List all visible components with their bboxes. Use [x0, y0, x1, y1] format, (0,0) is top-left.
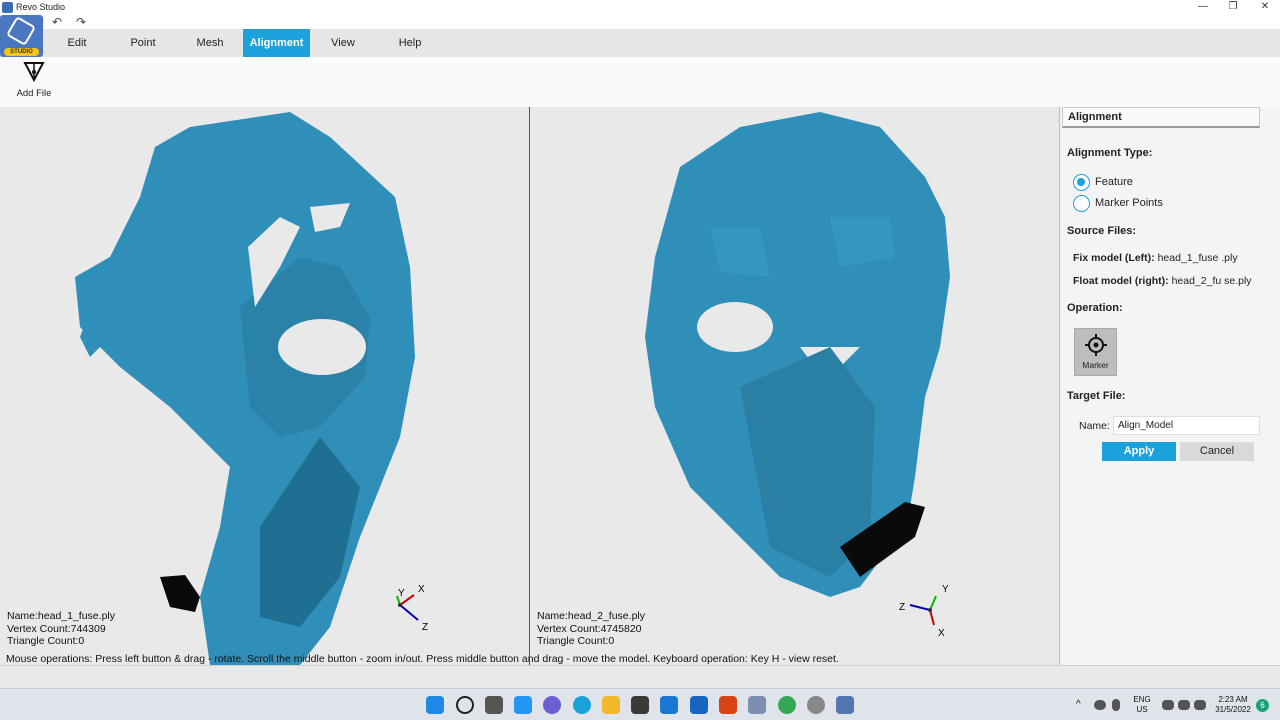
undo-icon[interactable]: ↶ — [52, 15, 62, 29]
add-file-button[interactable]: Add File — [12, 60, 56, 104]
language-bottom: US — [1136, 705, 1148, 714]
left-axis-x: X — [418, 584, 425, 595]
fix-model-row: Fix model (Left): head_1_fuse .ply — [1073, 252, 1238, 264]
menu-view[interactable]: View — [321, 29, 365, 57]
microphone-icon[interactable] — [1112, 699, 1120, 711]
radio-feature[interactable] — [1073, 174, 1090, 191]
start-icon[interactable] — [426, 696, 444, 714]
right-mesh-model — [645, 112, 950, 597]
float-model-row: Float model (right): head_2_fu se.ply — [1073, 275, 1252, 287]
edge-icon[interactable] — [573, 696, 591, 714]
source-files-label: Source Files: — [1067, 225, 1137, 237]
fix-model-label: Fix model (Left): — [1073, 252, 1155, 264]
right-axis-y: Y — [942, 584, 949, 595]
cancel-button[interactable]: Cancel — [1180, 442, 1254, 461]
mail-icon[interactable] — [660, 696, 678, 714]
target-name-input[interactable] — [1113, 416, 1260, 435]
language-indicator[interactable]: ENG US — [1130, 695, 1154, 715]
widgets-icon[interactable] — [514, 696, 532, 714]
marker-button[interactable]: Marker — [1074, 328, 1117, 376]
logo-hex-icon — [5, 15, 37, 47]
left-model-triangle-count: Triangle Count:0 — [7, 635, 85, 647]
app-icon — [2, 2, 13, 13]
menu-help[interactable]: Help — [388, 29, 432, 57]
crosshair-icon — [1084, 334, 1107, 356]
right-model-name: Name:head_2_fuse.ply — [537, 610, 645, 622]
alignment-type-label: Alignment Type: — [1067, 147, 1153, 159]
alignment-panel: Alignment Alignment Type: Feature Marker… — [1059, 107, 1280, 665]
window-title: Revo Studio — [16, 2, 66, 12]
clock-date: 31/5/2022 — [1215, 705, 1251, 714]
app-icon-1[interactable] — [748, 696, 766, 714]
app-icon-2[interactable] — [807, 696, 825, 714]
menu-alignment[interactable]: Alignment — [243, 29, 310, 57]
name-label: Name: — [1079, 420, 1110, 432]
office-icon[interactable] — [719, 696, 737, 714]
tray-chevron-icon[interactable]: ^ — [1076, 700, 1081, 710]
battery-icon[interactable] — [1194, 700, 1206, 710]
panel-title: Alignment — [1062, 107, 1260, 128]
menu-point[interactable]: Point — [121, 29, 165, 57]
file-explorer-icon[interactable] — [602, 696, 620, 714]
right-axis-z: Z — [899, 602, 905, 613]
fix-model-value: head_1_fuse .ply — [1157, 252, 1238, 264]
right-model-vertex-count: Vertex Count:4745820 — [537, 622, 642, 635]
task-view-icon[interactable] — [485, 696, 503, 714]
left-axis-y: Y — [398, 588, 405, 599]
left-model-vertex-count: Vertex Count:744309 — [7, 622, 106, 635]
onedrive-icon[interactable] — [1094, 700, 1106, 710]
menu-edit[interactable]: Edit — [55, 29, 99, 57]
left-model-info: Name:head_1_fuse.ply Vertex Count:744309… — [7, 610, 115, 648]
dropbox-icon[interactable] — [690, 696, 708, 714]
revo-studio-taskbar-icon[interactable] — [836, 696, 854, 714]
add-file-icon — [23, 62, 45, 83]
apply-button[interactable]: Apply — [1102, 442, 1176, 461]
chrome-icon[interactable] — [778, 696, 796, 714]
toolbar: Add File — [0, 57, 1280, 107]
left-viewport[interactable]: Name:head_1_fuse.ply Vertex Count:744309… — [0, 107, 529, 665]
wifi-icon[interactable] — [1162, 700, 1174, 710]
minimize-button[interactable]: — — [1188, 0, 1218, 15]
float-model-label: Float model (right): — [1073, 275, 1169, 287]
clock-time: 2:23 AM — [1218, 695, 1248, 704]
right-model-triangle-count: Triangle Count:0 — [537, 635, 615, 647]
menu-bar: Edit Point Mesh Alignment View Help — [0, 29, 1280, 57]
bottom-bar — [0, 665, 1280, 688]
windows-taskbar: ^ ENG US 2:23 AM 31/5/2022 6 — [0, 688, 1280, 720]
store-icon[interactable] — [631, 696, 649, 714]
left-axis-gizmo: Y X Z — [396, 584, 428, 633]
marker-button-label: Marker — [1082, 360, 1109, 370]
radio-feature-label: Feature — [1095, 176, 1133, 188]
volume-icon[interactable] — [1178, 700, 1190, 710]
right-model-info: Name:head_2_fuse.ply Vertex Count:474582… — [537, 610, 645, 648]
notification-badge[interactable]: 6 — [1256, 699, 1269, 712]
radio-marker-points[interactable] — [1073, 195, 1090, 212]
redo-icon[interactable]: ↷ — [76, 15, 86, 29]
left-mesh-model — [75, 112, 415, 665]
studio-logo[interactable]: STUDIO — [0, 15, 43, 57]
search-icon[interactable] — [456, 696, 474, 714]
operation-label: Operation: — [1067, 302, 1123, 314]
add-file-label: Add File — [16, 88, 52, 99]
status-help-text: Mouse operations: Press left button & dr… — [6, 653, 839, 665]
menu-mesh[interactable]: Mesh — [188, 29, 232, 57]
quick-access-bar: ↶ ↷ — [44, 15, 1280, 29]
maximize-button[interactable]: ❐ — [1218, 0, 1248, 15]
chat-icon[interactable] — [543, 696, 561, 714]
radio-marker-points-label: Marker Points — [1095, 197, 1163, 209]
target-file-label: Target File: — [1067, 390, 1126, 402]
left-axis-z: Z — [422, 622, 428, 633]
title-bar: Revo Studio — ❐ ✕ — [0, 0, 1280, 15]
left-model-name: Name:head_1_fuse.ply — [7, 610, 115, 622]
right-viewport[interactable]: Name:head_2_fuse.ply Vertex Count:474582… — [530, 107, 1059, 665]
float-model-value: head_2_fu se.ply — [1171, 275, 1252, 287]
clock[interactable]: 2:23 AM 31/5/2022 — [1212, 695, 1254, 715]
language-top: ENG — [1133, 695, 1151, 704]
close-button[interactable]: ✕ — [1250, 0, 1280, 15]
right-axis-gizmo: Y Z X — [899, 584, 949, 639]
right-axis-x: X — [938, 628, 945, 639]
logo-badge: STUDIO — [4, 48, 39, 56]
